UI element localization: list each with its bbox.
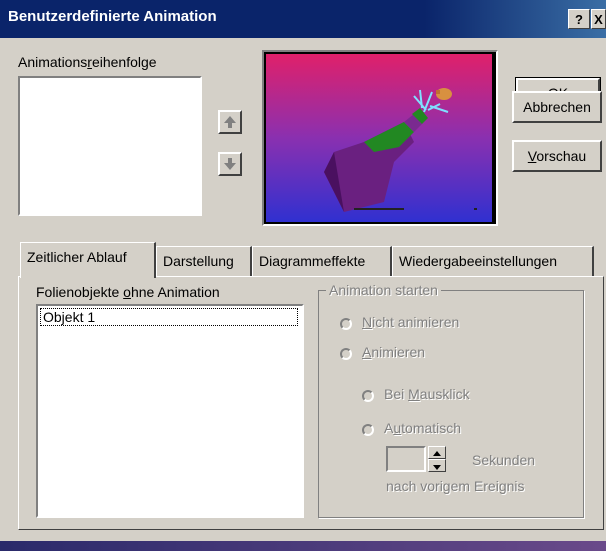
window-title: Benutzerdefinierte Animation <box>8 8 217 25</box>
radio-automatic-label: Automatisch <box>384 420 462 436</box>
radio-on-mouse-click[interactable] <box>362 390 374 402</box>
radio-animate-label: Animieren <box>362 344 426 360</box>
spin-up-button[interactable] <box>428 446 446 459</box>
radio-no-animation-label: Nicht animieren <box>362 314 460 330</box>
close-button[interactable]: X <box>591 9 606 29</box>
tab-chart-effects[interactable]: Diagrammeffekte <box>252 246 392 276</box>
slide-preview-frame <box>262 50 498 226</box>
bottom-edge <box>0 541 606 551</box>
seconds-label: Sekunden <box>472 452 536 468</box>
title-bar: Benutzerdefinierte Animation ? X <box>0 0 606 38</box>
radio-automatic[interactable] <box>362 424 374 436</box>
seconds-input[interactable] <box>386 446 426 472</box>
tab-display[interactable]: Darstellung <box>156 246 252 276</box>
seconds-spinner[interactable] <box>428 446 446 472</box>
radio-no-animation[interactable] <box>340 318 352 330</box>
tab-timing[interactable]: Zeitlicher Ablauf <box>20 242 156 278</box>
tab-playback-settings[interactable]: Wiedergabeeinstellungen <box>392 246 594 276</box>
objects-list[interactable]: Objekt 1 <box>36 304 304 518</box>
animation-start-group-title: Animation starten <box>326 282 441 298</box>
spin-down-button[interactable] <box>428 459 446 472</box>
preview-button[interactable]: Vorschau <box>512 140 602 172</box>
radio-animate[interactable] <box>340 348 352 360</box>
move-down-button[interactable] <box>218 152 242 176</box>
radio-on-mouse-click-label: Bei Mausklick <box>384 386 470 402</box>
arrow-up-icon <box>224 116 236 128</box>
move-up-button[interactable] <box>218 110 242 134</box>
objects-without-animation-label: Folienobjekte ohne Animation <box>36 284 220 300</box>
slide-preview-image <box>266 54 492 222</box>
triangle-down-icon <box>433 465 441 470</box>
cancel-button[interactable]: Abbrechen <box>512 91 602 123</box>
list-item[interactable]: Objekt 1 <box>40 308 298 326</box>
animation-order-label: Animationsreihenfolge <box>18 54 157 70</box>
after-previous-event-label: nach vorigem Ereignis <box>386 478 525 494</box>
help-button[interactable]: ? <box>568 9 590 29</box>
animation-order-list[interactable] <box>18 76 202 216</box>
arrow-down-icon <box>224 158 236 170</box>
